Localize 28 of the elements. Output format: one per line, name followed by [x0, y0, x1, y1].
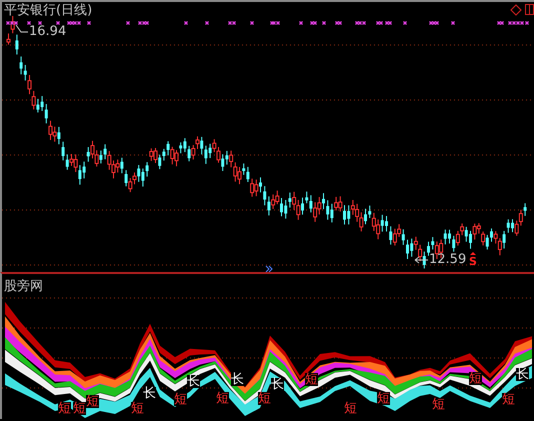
short-signal-label: 短 [432, 398, 445, 411]
up-arrow-icon [470, 252, 476, 255]
double-arrow-icon[interactable] [266, 266, 273, 272]
long-signal-label: 长 [231, 373, 244, 386]
diamond-icon[interactable] [510, 4, 522, 16]
short-signal-label: 短 [131, 402, 144, 415]
short-signal-label: 短 [502, 393, 515, 406]
short-signal-label: 短 [377, 392, 390, 405]
short-signal-label: 短 [469, 372, 482, 385]
long-signal-label: 长 [271, 378, 284, 391]
short-signal-label: 短 [58, 402, 71, 415]
high-price-label: 16.94 [29, 25, 66, 38]
short-signal-label: 短 [305, 373, 318, 386]
chart-title: 平安银行(日线) [4, 4, 92, 17]
leader-arrow-icon [414, 256, 428, 264]
split-panel-icon[interactable] [525, 4, 534, 15]
indicator-title: 股旁网 [4, 280, 43, 293]
long-signal-label: 长 [516, 368, 529, 381]
short-signal-label: 短 [73, 402, 86, 415]
long-signal-label: 长 [187, 375, 200, 388]
short-signal-label: 短 [174, 393, 187, 406]
short-signal-label: 短 [258, 392, 271, 405]
short-signal-label: 短 [344, 402, 357, 415]
low-price-label: 12.59 [429, 253, 466, 266]
short-signal-label: 短 [86, 395, 99, 408]
sell-signal-label: S [469, 256, 477, 267]
short-signal-label: 短 [216, 392, 229, 405]
long-signal-label: 长 [143, 387, 156, 400]
